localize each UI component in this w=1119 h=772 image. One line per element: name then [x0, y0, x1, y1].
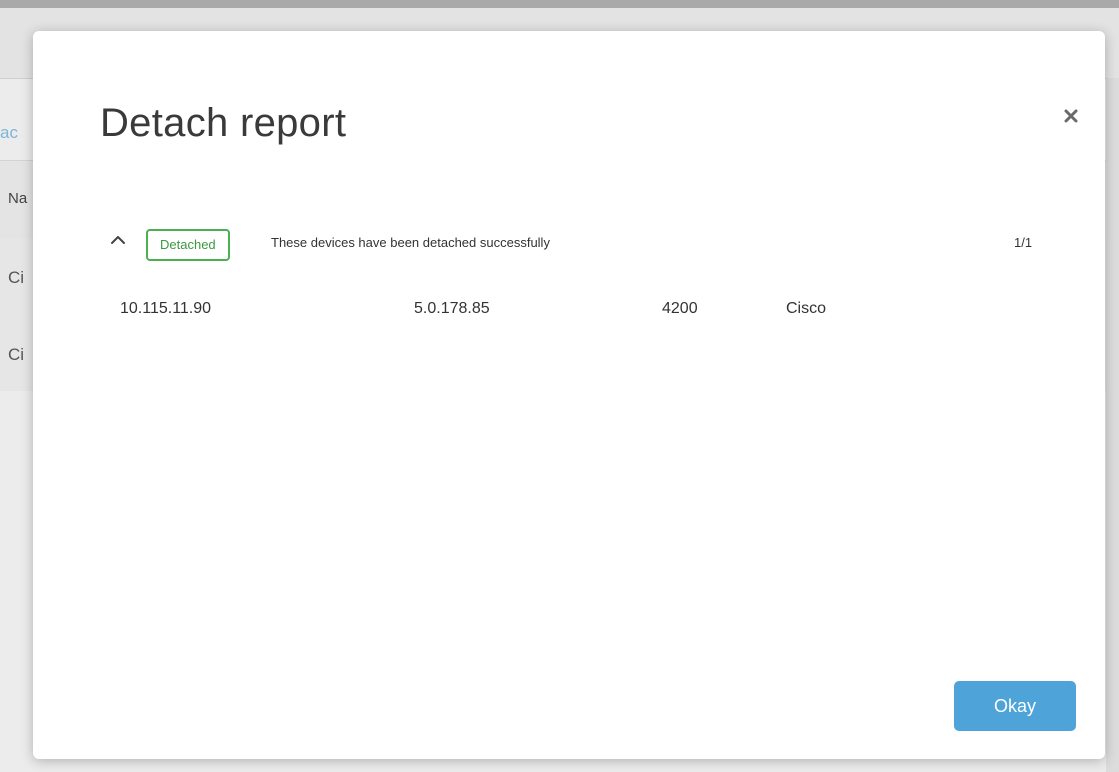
- section-count: 1/1: [1014, 235, 1033, 250]
- background-top-bar: [0, 0, 1119, 8]
- device-vendor: Cisco: [786, 300, 827, 317]
- chevron-up-icon[interactable]: [109, 231, 127, 249]
- device-ip: 10.115.11.90: [120, 300, 212, 317]
- status-badge: Detached: [146, 229, 230, 261]
- background-row-fragment: Ci: [8, 345, 25, 364]
- table-row: 10.115.11.90 5.0.178.85 4200 Cisco: [33, 297, 1105, 321]
- modal-title: Detach report: [100, 101, 347, 145]
- background-row-fragment: Ci: [8, 268, 25, 287]
- background-scrollbar: [1106, 78, 1119, 772]
- section-message: These devices have been detached success…: [271, 235, 550, 250]
- okay-button[interactable]: Okay: [954, 681, 1076, 731]
- background-column-fragment: Na: [8, 190, 28, 207]
- detached-section-header[interactable]: Detached These devices have been detache…: [103, 227, 1053, 263]
- detach-report-modal: Detach report Detached These devices hav…: [33, 31, 1105, 759]
- close-icon: [1064, 109, 1078, 123]
- device-model: 4200: [662, 300, 698, 317]
- background-link-fragment: ac: [0, 123, 18, 142]
- close-button[interactable]: [1058, 103, 1084, 129]
- device-version: 5.0.178.85: [414, 300, 490, 317]
